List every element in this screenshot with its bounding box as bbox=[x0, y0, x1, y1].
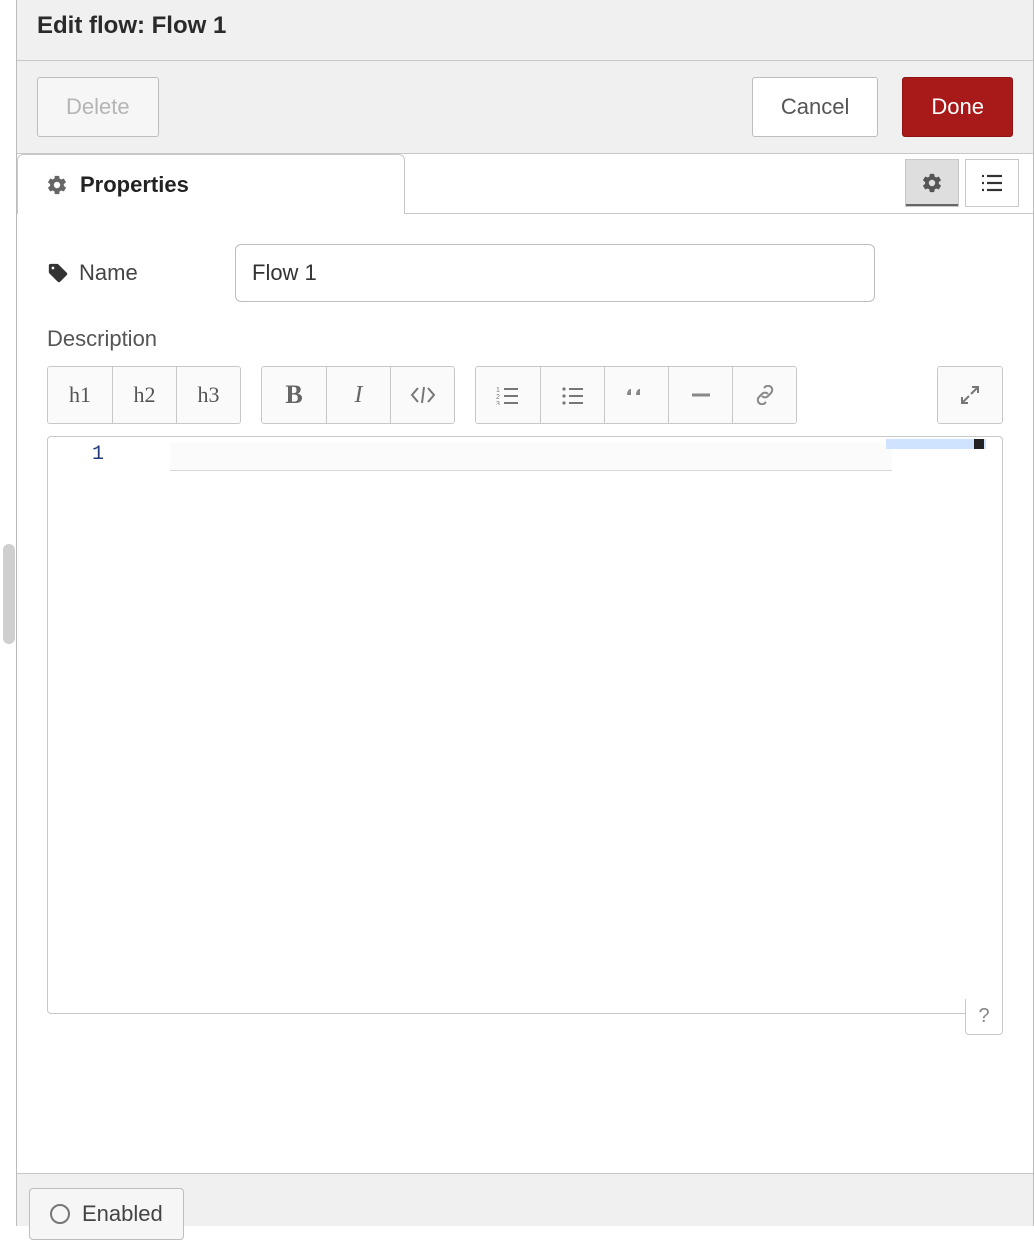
block-group: 1 2 3 bbox=[475, 366, 797, 424]
format-group: B I bbox=[261, 366, 455, 424]
h1-button[interactable]: h1 bbox=[48, 367, 112, 423]
cancel-button[interactable]: Cancel bbox=[752, 77, 878, 137]
h3-button[interactable]: h3 bbox=[176, 367, 240, 423]
description-label: Description bbox=[47, 326, 1003, 352]
description-editor[interactable]: 1 ? bbox=[47, 436, 1003, 1014]
circle-icon bbox=[50, 1204, 70, 1224]
editor-caret bbox=[974, 439, 984, 449]
tag-icon bbox=[47, 262, 69, 284]
settings-view-button[interactable] bbox=[905, 159, 959, 207]
scrollbar-thumb[interactable] bbox=[3, 544, 15, 644]
code-icon bbox=[409, 385, 437, 405]
heading-group: h1 h2 h3 bbox=[47, 366, 241, 424]
tab-properties[interactable]: Properties bbox=[17, 154, 405, 214]
unordered-list-button[interactable] bbox=[540, 367, 604, 423]
tab-label: Properties bbox=[80, 172, 189, 198]
unordered-list-icon bbox=[561, 385, 585, 405]
code-button[interactable] bbox=[390, 367, 454, 423]
name-row: Name bbox=[47, 244, 1003, 302]
ordered-list-button[interactable]: 1 2 3 bbox=[476, 367, 540, 423]
svg-text:3: 3 bbox=[496, 401, 500, 405]
delete-button[interactable]: Delete bbox=[37, 77, 159, 137]
quote-icon bbox=[625, 385, 649, 405]
enabled-toggle[interactable]: Enabled bbox=[29, 1188, 184, 1240]
dialog-footer: Enabled bbox=[17, 1174, 1033, 1254]
gear-icon bbox=[921, 172, 943, 194]
hr-button[interactable] bbox=[668, 367, 732, 423]
editor-help-button[interactable]: ? bbox=[965, 999, 1003, 1035]
editor-selection-highlight bbox=[886, 439, 986, 449]
line-number: 1 bbox=[92, 443, 104, 466]
link-icon bbox=[753, 385, 777, 405]
vertical-scrollbar[interactable] bbox=[1, 0, 17, 1226]
gear-icon bbox=[46, 174, 68, 196]
properties-panel: Name Description h1 h2 h3 B I bbox=[17, 214, 1033, 1174]
name-label: Name bbox=[47, 260, 217, 286]
editor-active-line bbox=[170, 443, 892, 471]
svg-text:1: 1 bbox=[496, 387, 500, 394]
svg-text:2: 2 bbox=[496, 394, 500, 401]
h2-button[interactable]: h2 bbox=[112, 367, 176, 423]
enabled-label: Enabled bbox=[82, 1201, 163, 1227]
expand-group bbox=[937, 366, 1003, 424]
list-icon bbox=[980, 173, 1004, 193]
quote-button[interactable] bbox=[604, 367, 668, 423]
horizontal-rule-icon bbox=[689, 385, 713, 405]
done-button[interactable]: Done bbox=[902, 77, 1013, 137]
name-input[interactable] bbox=[235, 244, 875, 302]
italic-button[interactable]: I bbox=[326, 367, 390, 423]
expand-icon bbox=[959, 384, 981, 406]
edit-flow-dialog: Edit flow: Flow 1 Delete Cancel Done Pro… bbox=[16, 0, 1034, 1226]
editor-toolbar: h1 h2 h3 B I bbox=[47, 366, 1003, 424]
ordered-list-icon: 1 2 3 bbox=[496, 385, 520, 405]
expand-button[interactable] bbox=[938, 367, 1002, 423]
tabs-row: Properties bbox=[17, 154, 1033, 214]
list-view-button[interactable] bbox=[965, 159, 1019, 207]
editor-gutter: 1 bbox=[48, 437, 118, 1013]
link-button[interactable] bbox=[732, 367, 796, 423]
bold-button[interactable]: B bbox=[262, 367, 326, 423]
dialog-header: Edit flow: Flow 1 bbox=[17, 0, 1033, 61]
dialog-title: Edit flow: Flow 1 bbox=[37, 12, 1013, 40]
action-bar: Delete Cancel Done bbox=[17, 61, 1033, 154]
name-label-text: Name bbox=[79, 260, 138, 286]
